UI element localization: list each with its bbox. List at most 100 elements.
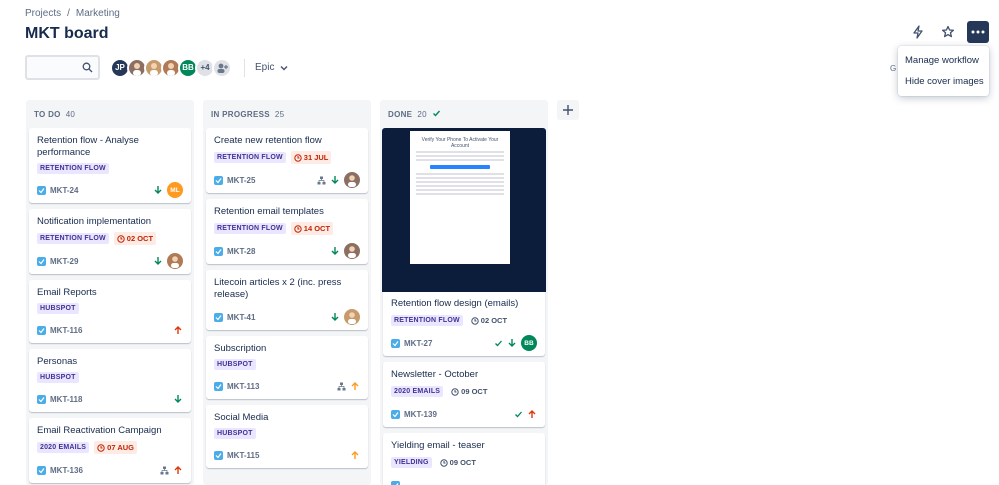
- issue-key[interactable]: MKT-139: [404, 410, 437, 419]
- card-meta: [173, 325, 183, 335]
- issue-key[interactable]: MKT-136: [50, 466, 83, 475]
- task-type-icon: [391, 409, 400, 419]
- chevron-down-icon: [280, 65, 288, 70]
- cover-line: [416, 151, 504, 153]
- epic-tag: RETENTION FLOW: [391, 315, 463, 326]
- subtask-icon: [337, 382, 346, 390]
- epic-tag: HUBSPOT: [37, 303, 79, 314]
- due-date-text: 09 OCT: [449, 458, 476, 467]
- issue-card[interactable]: Verify Your Phone To Activate Your Accou…: [382, 128, 546, 356]
- priority-low-icon: [331, 313, 339, 321]
- breadcrumb-marketing[interactable]: Marketing: [76, 8, 120, 19]
- card-tags: 2020 EMAILS 07 AUG: [37, 441, 183, 454]
- task-type-icon: [214, 381, 223, 391]
- menu-item-hide-cover-images[interactable]: Hide cover images: [898, 71, 989, 92]
- card-tags: RETENTION FLOW 02 OCT: [37, 232, 183, 245]
- priority-low-icon: [154, 257, 162, 265]
- assignee-avatar[interactable]: [167, 253, 183, 269]
- search-input[interactable]: [25, 55, 100, 80]
- person-icon: [167, 62, 175, 76]
- avatar-initials: JP: [115, 63, 125, 72]
- issue-key[interactable]: MKT-113: [227, 382, 259, 391]
- issue-card[interactable]: Newsletter - October 2020 EMAILS 09 OCT MKT…: [383, 362, 545, 427]
- breadcrumb-separator: /: [67, 8, 70, 19]
- card-footer: MKT-115: [214, 448, 360, 462]
- person-icon: [150, 62, 158, 76]
- issue-key[interactable]: MKT-28: [227, 247, 255, 256]
- card-footer: MKT-113: [214, 379, 360, 393]
- resolved-check-icon: [495, 340, 502, 346]
- due-date-text: 14 OCT: [303, 224, 331, 233]
- task-type-icon: [391, 480, 400, 485]
- card-footer: MKT-118: [37, 392, 183, 406]
- issue-card[interactable]: Notification implementation RETENTION FLO…: [29, 209, 191, 274]
- card-tags: RETENTION FLOW 14 OCT: [214, 222, 360, 235]
- more-actions-button[interactable]: [967, 21, 989, 43]
- priority-medium-icon: [351, 382, 359, 390]
- subtask-icon: [317, 176, 326, 184]
- clock-icon: [451, 387, 459, 396]
- cover-preview: Verify Your Phone To Activate Your Accou…: [410, 131, 510, 264]
- subtask-icon: [160, 466, 169, 474]
- due-date: 02 OCT: [468, 314, 510, 327]
- menu-item-manage-workflow[interactable]: Manage workflow: [898, 50, 989, 71]
- star-button[interactable]: [937, 21, 959, 43]
- issue-key[interactable]: MKT-118: [50, 395, 82, 404]
- epic-tag: YIELDING: [391, 457, 432, 468]
- issue-key[interactable]: MKT-24: [50, 186, 78, 195]
- issue-card[interactable]: Yielding email - teaser YIELDING 09 OCT: [383, 433, 545, 485]
- issue-key[interactable]: MKT-27: [404, 339, 432, 348]
- issue-card[interactable]: Email Reports HUBSPOT MKT-116: [29, 280, 191, 343]
- more-icon: [971, 30, 985, 34]
- assignee-avatar[interactable]: [344, 309, 360, 325]
- task-type-icon: [37, 465, 46, 475]
- assignee-avatar[interactable]: [344, 243, 360, 259]
- card-tags: YIELDING 09 OCT: [391, 456, 537, 469]
- automation-button[interactable]: [907, 21, 929, 43]
- issue-key[interactable]: MKT-29: [50, 257, 78, 266]
- epic-filter[interactable]: Epic: [244, 58, 288, 77]
- issue-card[interactable]: Social Media HUBSPOT MKT-115: [206, 405, 368, 468]
- assignee-avatar[interactable]: BB: [521, 335, 537, 351]
- issue-card[interactable]: Email Reactivation Campaign 2020 EMAILS 07…: [29, 418, 191, 483]
- card-title: Social Media: [214, 412, 269, 423]
- card-footer: MKT-29: [37, 253, 183, 269]
- issue-key[interactable]: MKT-25: [227, 176, 255, 185]
- breadcrumb-projects[interactable]: Projects: [25, 8, 61, 19]
- card-meta: [514, 409, 537, 419]
- plus-icon: [563, 105, 573, 115]
- task-type-icon: [214, 450, 223, 460]
- add-user-button[interactable]: [212, 57, 232, 78]
- more-actions-menu: Manage workflow Hide cover images: [898, 46, 989, 96]
- priority-low-icon: [331, 247, 339, 255]
- due-date: 14 OCT: [290, 222, 334, 235]
- issue-card[interactable]: Retention email templates RETENTION FLOW 1…: [206, 199, 368, 264]
- assignee-initials: BB: [524, 339, 534, 347]
- card-title: Retention flow design (emails): [391, 298, 519, 309]
- issue-card[interactable]: Retention flow - Analyse performance RETE…: [29, 128, 191, 203]
- issue-key[interactable]: MKT-41: [227, 313, 255, 322]
- lightning-icon: [913, 25, 923, 39]
- card-title: Email Reports: [37, 287, 97, 298]
- assignee-avatar[interactable]: ML: [167, 182, 183, 198]
- column-name: TO DO: [34, 109, 61, 119]
- card-meta: BB: [494, 335, 537, 351]
- priority-high-icon: [528, 410, 536, 418]
- card-meta: ML: [153, 182, 183, 198]
- column-header: DONE 20: [383, 100, 545, 128]
- clock-icon: [294, 224, 302, 233]
- issue-key[interactable]: MKT-115: [227, 451, 259, 460]
- card-meta: [173, 394, 183, 404]
- add-column-button[interactable]: [557, 100, 579, 120]
- issue-card[interactable]: Create new retention flow RETENTION FLOW 3…: [206, 128, 368, 193]
- issue-card[interactable]: Personas HUBSPOT MKT-118: [29, 349, 191, 412]
- task-type-icon: [37, 325, 46, 335]
- card-title: Create new retention flow: [214, 135, 322, 146]
- issue-card[interactable]: Litecoin articles x 2 (inc. press releas…: [206, 270, 368, 330]
- issue-card[interactable]: Subscription HUBSPOT MKT-113: [206, 336, 368, 399]
- person-icon: [348, 312, 356, 324]
- card-footer: [391, 478, 537, 485]
- assignee-avatar[interactable]: [344, 172, 360, 188]
- issue-key[interactable]: MKT-116: [50, 326, 82, 335]
- card-footer: MKT-116: [37, 323, 183, 337]
